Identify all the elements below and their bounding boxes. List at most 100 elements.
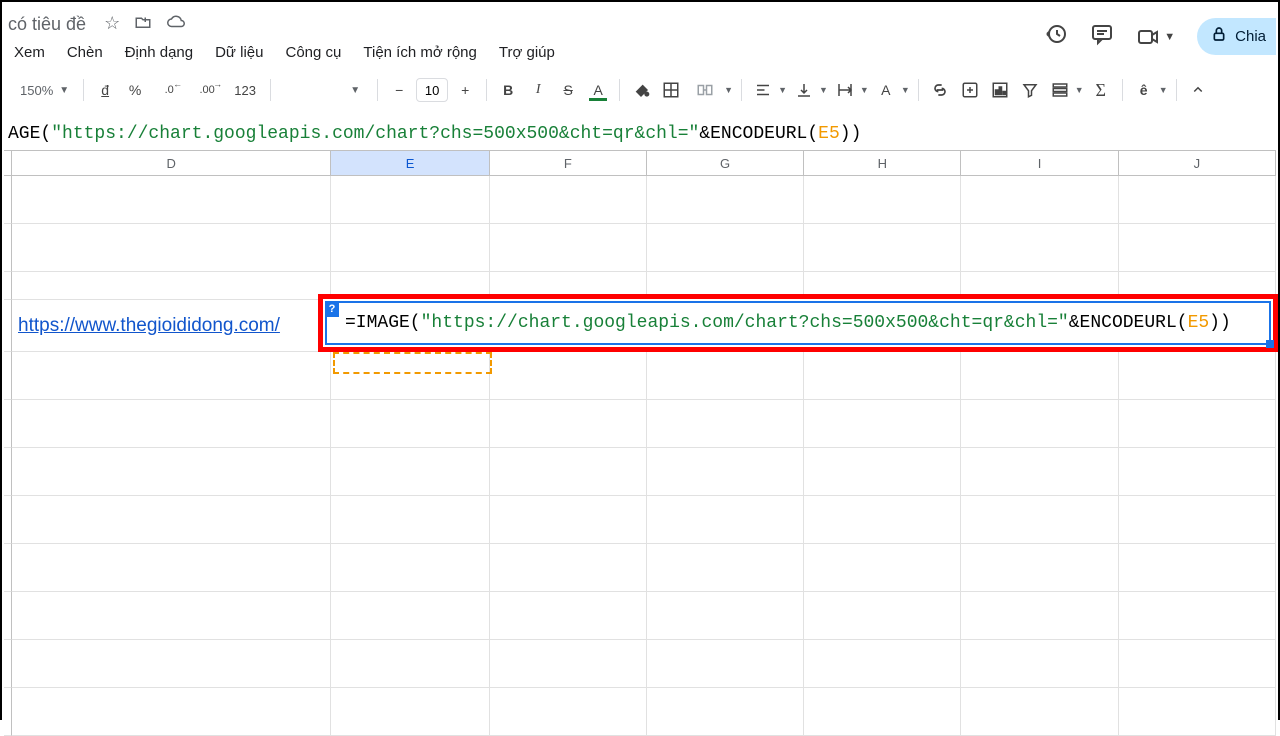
column-header-h[interactable]: H [804,151,961,175]
cell[interactable] [1119,592,1276,640]
cell[interactable] [804,496,961,544]
menu-help[interactable]: Trợ giúp [489,40,565,65]
star-icon[interactable]: ☆ [104,13,120,36]
menu-view[interactable]: Xem [4,40,55,65]
cell[interactable] [961,544,1118,592]
cell[interactable] [331,688,489,736]
vertical-align-button[interactable] [791,77,817,103]
cell[interactable] [647,544,804,592]
cell[interactable] [490,544,647,592]
help-icon[interactable]: ? [325,301,339,317]
chevron-down-icon[interactable]: ▼ [901,85,910,95]
cell[interactable] [490,400,647,448]
cloud-icon[interactable] [166,13,186,36]
cell-d5[interactable]: https://www.thegioididong.com/ [12,300,332,352]
filter-button[interactable] [1017,77,1043,103]
text-rotation-button[interactable]: A [873,77,899,103]
cell[interactable] [804,448,961,496]
cell[interactable] [647,688,804,736]
cell[interactable] [1119,224,1276,272]
cell[interactable] [490,448,647,496]
cell[interactable] [490,592,647,640]
comment-icon[interactable] [1090,22,1114,52]
font-size-decrease[interactable]: − [386,77,412,103]
cell[interactable] [804,640,961,688]
cell[interactable] [961,400,1118,448]
expand-up-button[interactable] [1185,77,1211,103]
cell[interactable] [331,448,489,496]
cell[interactable] [961,176,1118,224]
cell[interactable] [1119,448,1276,496]
cell[interactable] [804,176,961,224]
chevron-down-icon[interactable]: ▼ [1159,85,1168,95]
link[interactable]: https://www.thegioididong.com/ [18,315,280,337]
smart-chips-button[interactable]: ê [1131,77,1157,103]
text-wrap-button[interactable] [832,77,858,103]
fill-handle[interactable] [1266,340,1274,348]
cell[interactable] [490,496,647,544]
column-header-j[interactable]: J [1119,151,1276,175]
meet-icon[interactable]: ▼ [1136,25,1175,49]
percent-button[interactable]: % [122,77,148,103]
chevron-down-icon[interactable]: ▼ [860,85,869,95]
cell[interactable] [331,496,489,544]
cell[interactable] [490,176,647,224]
chevron-down-icon[interactable]: ▼ [724,85,733,95]
cell-editor[interactable]: ? =IMAGE("https://chart.googleapis.com/c… [325,301,1271,345]
cell[interactable] [961,224,1118,272]
cell[interactable] [331,592,489,640]
cell[interactable] [961,640,1118,688]
cell[interactable] [12,496,331,544]
increase-decimal-button[interactable]: .00→ [190,77,224,103]
share-button[interactable]: Chia [1197,18,1276,55]
cell[interactable] [490,640,647,688]
cell[interactable] [1119,640,1276,688]
cell[interactable] [1119,496,1276,544]
cell[interactable] [12,592,331,640]
cell[interactable] [1119,352,1276,400]
menu-format[interactable]: Định dạng [115,40,203,65]
cell[interactable] [647,224,804,272]
insert-link-button[interactable] [927,77,953,103]
cell[interactable] [961,448,1118,496]
cell[interactable] [12,448,331,496]
cell[interactable] [647,640,804,688]
chevron-down-icon[interactable]: ▼ [819,85,828,95]
borders-button[interactable] [658,77,684,103]
currency-button[interactable]: đ [92,77,118,103]
cell[interactable] [12,544,331,592]
cell[interactable] [1119,544,1276,592]
menu-data[interactable]: Dữ liệu [205,40,273,65]
cell[interactable] [331,224,489,272]
cell[interactable] [961,592,1118,640]
cell[interactable] [804,592,961,640]
fill-color-button[interactable] [628,77,654,103]
cell[interactable] [331,176,489,224]
cell[interactable] [804,400,961,448]
column-header-g[interactable]: G [647,151,804,175]
cell[interactable] [804,224,961,272]
cell[interactable] [804,352,961,400]
column-header-d[interactable]: D [12,151,331,175]
cell[interactable] [490,224,647,272]
cell[interactable] [12,272,331,300]
menu-insert[interactable]: Chèn [57,40,113,65]
cell[interactable] [1119,176,1276,224]
number-format-button[interactable]: 123 [228,77,262,103]
chevron-down-icon[interactable]: ▼ [1075,85,1084,95]
italic-button[interactable]: I [525,77,551,103]
cell[interactable] [12,224,331,272]
formula-bar[interactable]: AGE("https://chart.googleapis.com/chart?… [4,118,1276,150]
cell[interactable] [647,352,804,400]
cell[interactable] [331,640,489,688]
history-icon[interactable] [1044,22,1068,52]
decrease-decimal-button[interactable]: .0← [152,77,186,103]
cell[interactable] [647,496,804,544]
strikethrough-button[interactable]: S [555,77,581,103]
cell[interactable] [647,592,804,640]
font-dropdown[interactable]: ▼ [279,78,369,102]
insert-comment-button[interactable] [957,77,983,103]
column-header-f[interactable]: F [490,151,647,175]
merge-cells-button[interactable] [688,77,722,103]
cell[interactable] [961,496,1118,544]
